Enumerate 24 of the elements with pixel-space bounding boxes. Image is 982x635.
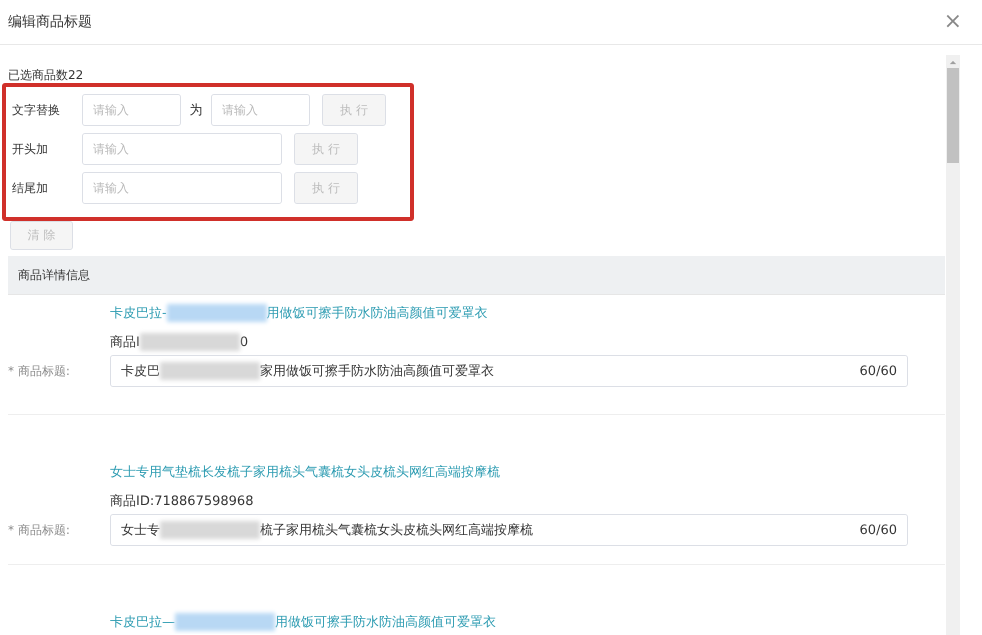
product-id: 0 bbox=[240, 334, 248, 350]
scrollbar-thumb[interactable] bbox=[947, 68, 959, 163]
field-label: * 商品标题: bbox=[8, 522, 71, 538]
title-value: 家用做饭可擦手防水防油高颜值可爱罩衣 bbox=[260, 363, 494, 380]
field-label: * 商品标题: bbox=[8, 362, 71, 380]
scroll-up-arrow-icon[interactable] bbox=[949, 60, 957, 65]
character-count: 60/60 bbox=[860, 364, 897, 378]
title-input-field[interactable]: 卡皮巴 家用做饭可擦手防水防油高颜值可爱罩衣 60/60 bbox=[110, 355, 908, 387]
title-value: 梳子家用梳头气囊梳女头皮梳头网红高端按摩梳 bbox=[260, 522, 533, 539]
field-label: 开头加 bbox=[12, 140, 49, 158]
field-label: 结尾加 bbox=[12, 180, 49, 196]
product-id: 商品ID:718867598968 bbox=[110, 493, 254, 510]
selected-count: 已选商品数22 bbox=[8, 67, 84, 83]
close-button[interactable]: × bbox=[940, 11, 966, 33]
title-value: 女士专 bbox=[121, 522, 160, 539]
title-value: 卡皮巴 bbox=[121, 363, 160, 380]
product-id: 商品I bbox=[110, 334, 140, 351]
dialog-title: 编辑商品标题 bbox=[8, 13, 92, 31]
title-input-field[interactable]: 女士专 梳子家用梳头气囊梳女头皮梳头网红高端按摩梳 60/60 bbox=[110, 514, 908, 546]
joiner-label: 为 bbox=[188, 102, 204, 119]
field-label: 文字替换 bbox=[12, 102, 61, 118]
section-header: 商品详情信息 bbox=[8, 256, 945, 295]
character-count: 60/60 bbox=[860, 522, 897, 538]
scrollbar[interactable] bbox=[946, 55, 960, 635]
